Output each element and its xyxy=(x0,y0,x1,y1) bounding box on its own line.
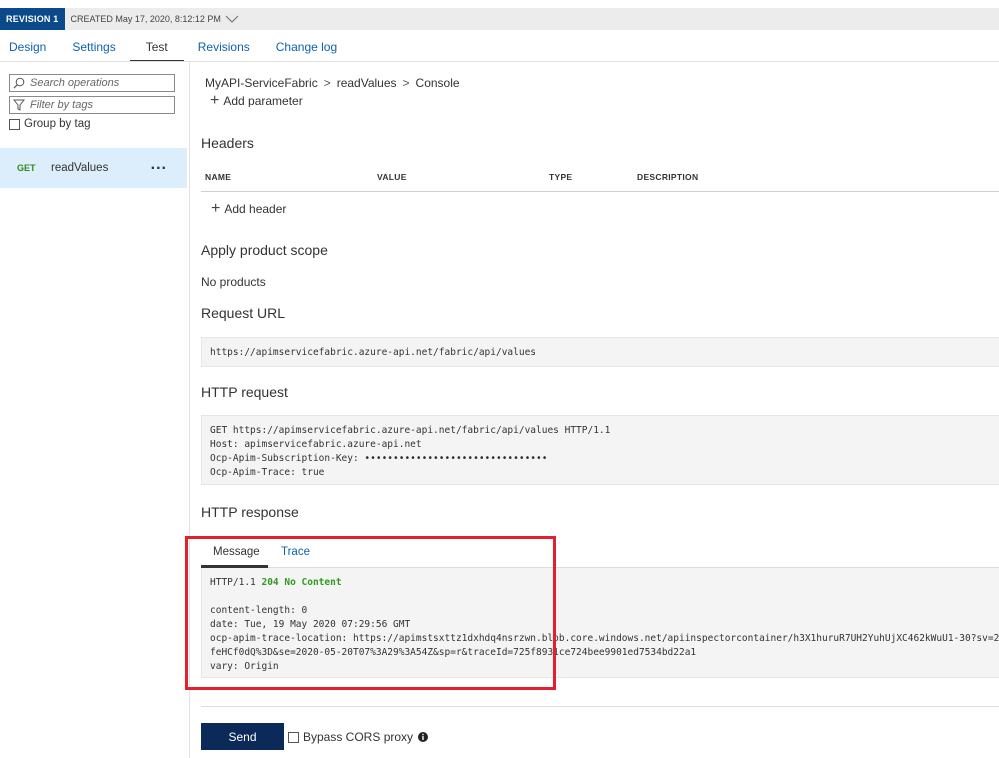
http-request-line: Ocp-Apim-Subscription-Key: •••••••••••••… xyxy=(210,453,548,464)
column-value: VALUE xyxy=(377,171,407,182)
breadcrumb-separator: > xyxy=(402,76,410,90)
breadcrumb-separator: > xyxy=(323,76,331,90)
response-tabs: Message Trace xyxy=(201,538,999,568)
group-by-tag-checkbox[interactable] xyxy=(9,118,20,130)
column-description: DESCRIPTION xyxy=(637,171,699,182)
add-parameter-button[interactable]: + Add parameter xyxy=(210,95,303,107)
http-response-title: HTTP response xyxy=(201,504,299,520)
bypass-cors-label: Bypass CORS proxy xyxy=(303,730,414,744)
breadcrumb-operation[interactable]: readValues xyxy=(337,76,397,90)
operation-method: GET xyxy=(17,163,36,173)
filter-icon xyxy=(13,99,25,111)
operation-name: readValues xyxy=(51,162,109,174)
tab-settings[interactable]: Settings xyxy=(72,38,115,62)
headers-title: Headers xyxy=(201,135,254,151)
tab-test[interactable]: Test xyxy=(129,38,184,62)
response-status-line: HTTP/1.1 204 No Content xyxy=(210,576,991,590)
filter-input[interactable]: Filter by tags xyxy=(9,96,175,114)
status-prefix: HTTP/1.1 xyxy=(210,577,262,588)
revision-created: CREATED May 17, 2020, 8:12:12 PM xyxy=(70,14,221,24)
add-header-label: Add header xyxy=(224,202,287,216)
send-button[interactable]: Send xyxy=(201,723,284,750)
filter-placeholder: Filter by tags xyxy=(30,99,93,111)
http-response-line xyxy=(210,590,991,604)
add-header-button[interactable]: + Add header xyxy=(211,200,287,217)
plus-icon: + xyxy=(210,95,220,107)
http-response-line: date: Tue, 19 May 2020 07:29:56 GMT xyxy=(210,619,411,630)
add-parameter-label: Add parameter xyxy=(223,95,303,107)
breadcrumb-api[interactable]: MyAPI-ServiceFabric xyxy=(205,76,318,90)
tab-design[interactable]: Design xyxy=(9,38,46,62)
tab-trace[interactable]: Trace xyxy=(281,546,310,558)
operation-item-readvalues[interactable]: GET readValues ... xyxy=(0,148,187,188)
search-input[interactable]: Search operations xyxy=(9,74,175,92)
http-request-box: GET https://apimservicefabric.azure-api.… xyxy=(201,415,999,485)
top-tabs: Design Settings Test Revisions Change lo… xyxy=(0,38,363,62)
http-response-line: ocp-apim-trace-location: https://apimsts… xyxy=(210,633,999,644)
headers-table-header: NAME VALUE TYPE DESCRIPTION xyxy=(201,162,999,192)
bypass-cors-option[interactable]: Bypass CORS proxy xyxy=(288,730,429,744)
revision-bar: REVISION 1 CREATED May 17, 2020, 8:12:12… xyxy=(0,8,999,30)
bottom-divider xyxy=(201,706,999,707)
tab-revisions[interactable]: Revisions xyxy=(198,38,250,62)
breadcrumb: MyAPI-ServiceFabric > readValues > Console xyxy=(205,76,460,90)
http-response-box: HTTP/1.1 204 No Content content-length: … xyxy=(201,568,999,678)
plus-icon: + xyxy=(211,200,221,217)
group-by-tag[interactable]: Group by tag xyxy=(9,118,90,130)
operations-sidebar: Search operations Filter by tags Group b… xyxy=(0,62,190,758)
test-console: MyAPI-ServiceFabric > readValues > Console +… xyxy=(185,62,999,758)
revision-badge: REVISION 1 xyxy=(0,8,65,30)
product-scope-value: No products xyxy=(201,275,266,289)
product-scope-title: Apply product scope xyxy=(201,242,328,258)
group-by-tag-label: Group by tag xyxy=(24,118,91,130)
tab-change-log[interactable]: Change log xyxy=(276,38,337,62)
status-badge: 204 No Content xyxy=(261,577,342,588)
info-icon[interactable] xyxy=(418,732,429,742)
http-response-line: feHCf0dQ%3D&se=2020-05-20T07%3A29%3A54Z&… xyxy=(210,647,697,658)
http-response-line: content-length: 0 xyxy=(210,605,308,616)
search-icon xyxy=(13,77,25,89)
http-request-line: GET https://apimservicefabric.azure-api.… xyxy=(210,425,611,436)
tab-message[interactable]: Message xyxy=(213,546,260,558)
request-url-value: https://apimservicefabric.azure-api.net/… xyxy=(210,347,537,358)
search-placeholder: Search operations xyxy=(30,77,120,89)
breadcrumb-console: Console xyxy=(415,76,460,90)
http-request-title: HTTP request xyxy=(201,384,288,400)
bypass-cors-checkbox[interactable] xyxy=(288,731,299,743)
http-request-line: Ocp-Apim-Trace: true xyxy=(210,467,325,478)
column-name: NAME xyxy=(205,171,232,182)
request-url-box: https://apimservicefabric.azure-api.net/… xyxy=(201,337,999,367)
chevron-down-icon[interactable] xyxy=(225,14,239,24)
http-response-line: vary: Origin xyxy=(210,661,279,672)
request-url-title: Request URL xyxy=(201,305,286,321)
http-request-line: Host: apimservicefabric.azure-api.net xyxy=(210,439,422,450)
column-type: TYPE xyxy=(549,171,573,182)
more-options-icon[interactable]: ... xyxy=(151,157,167,173)
